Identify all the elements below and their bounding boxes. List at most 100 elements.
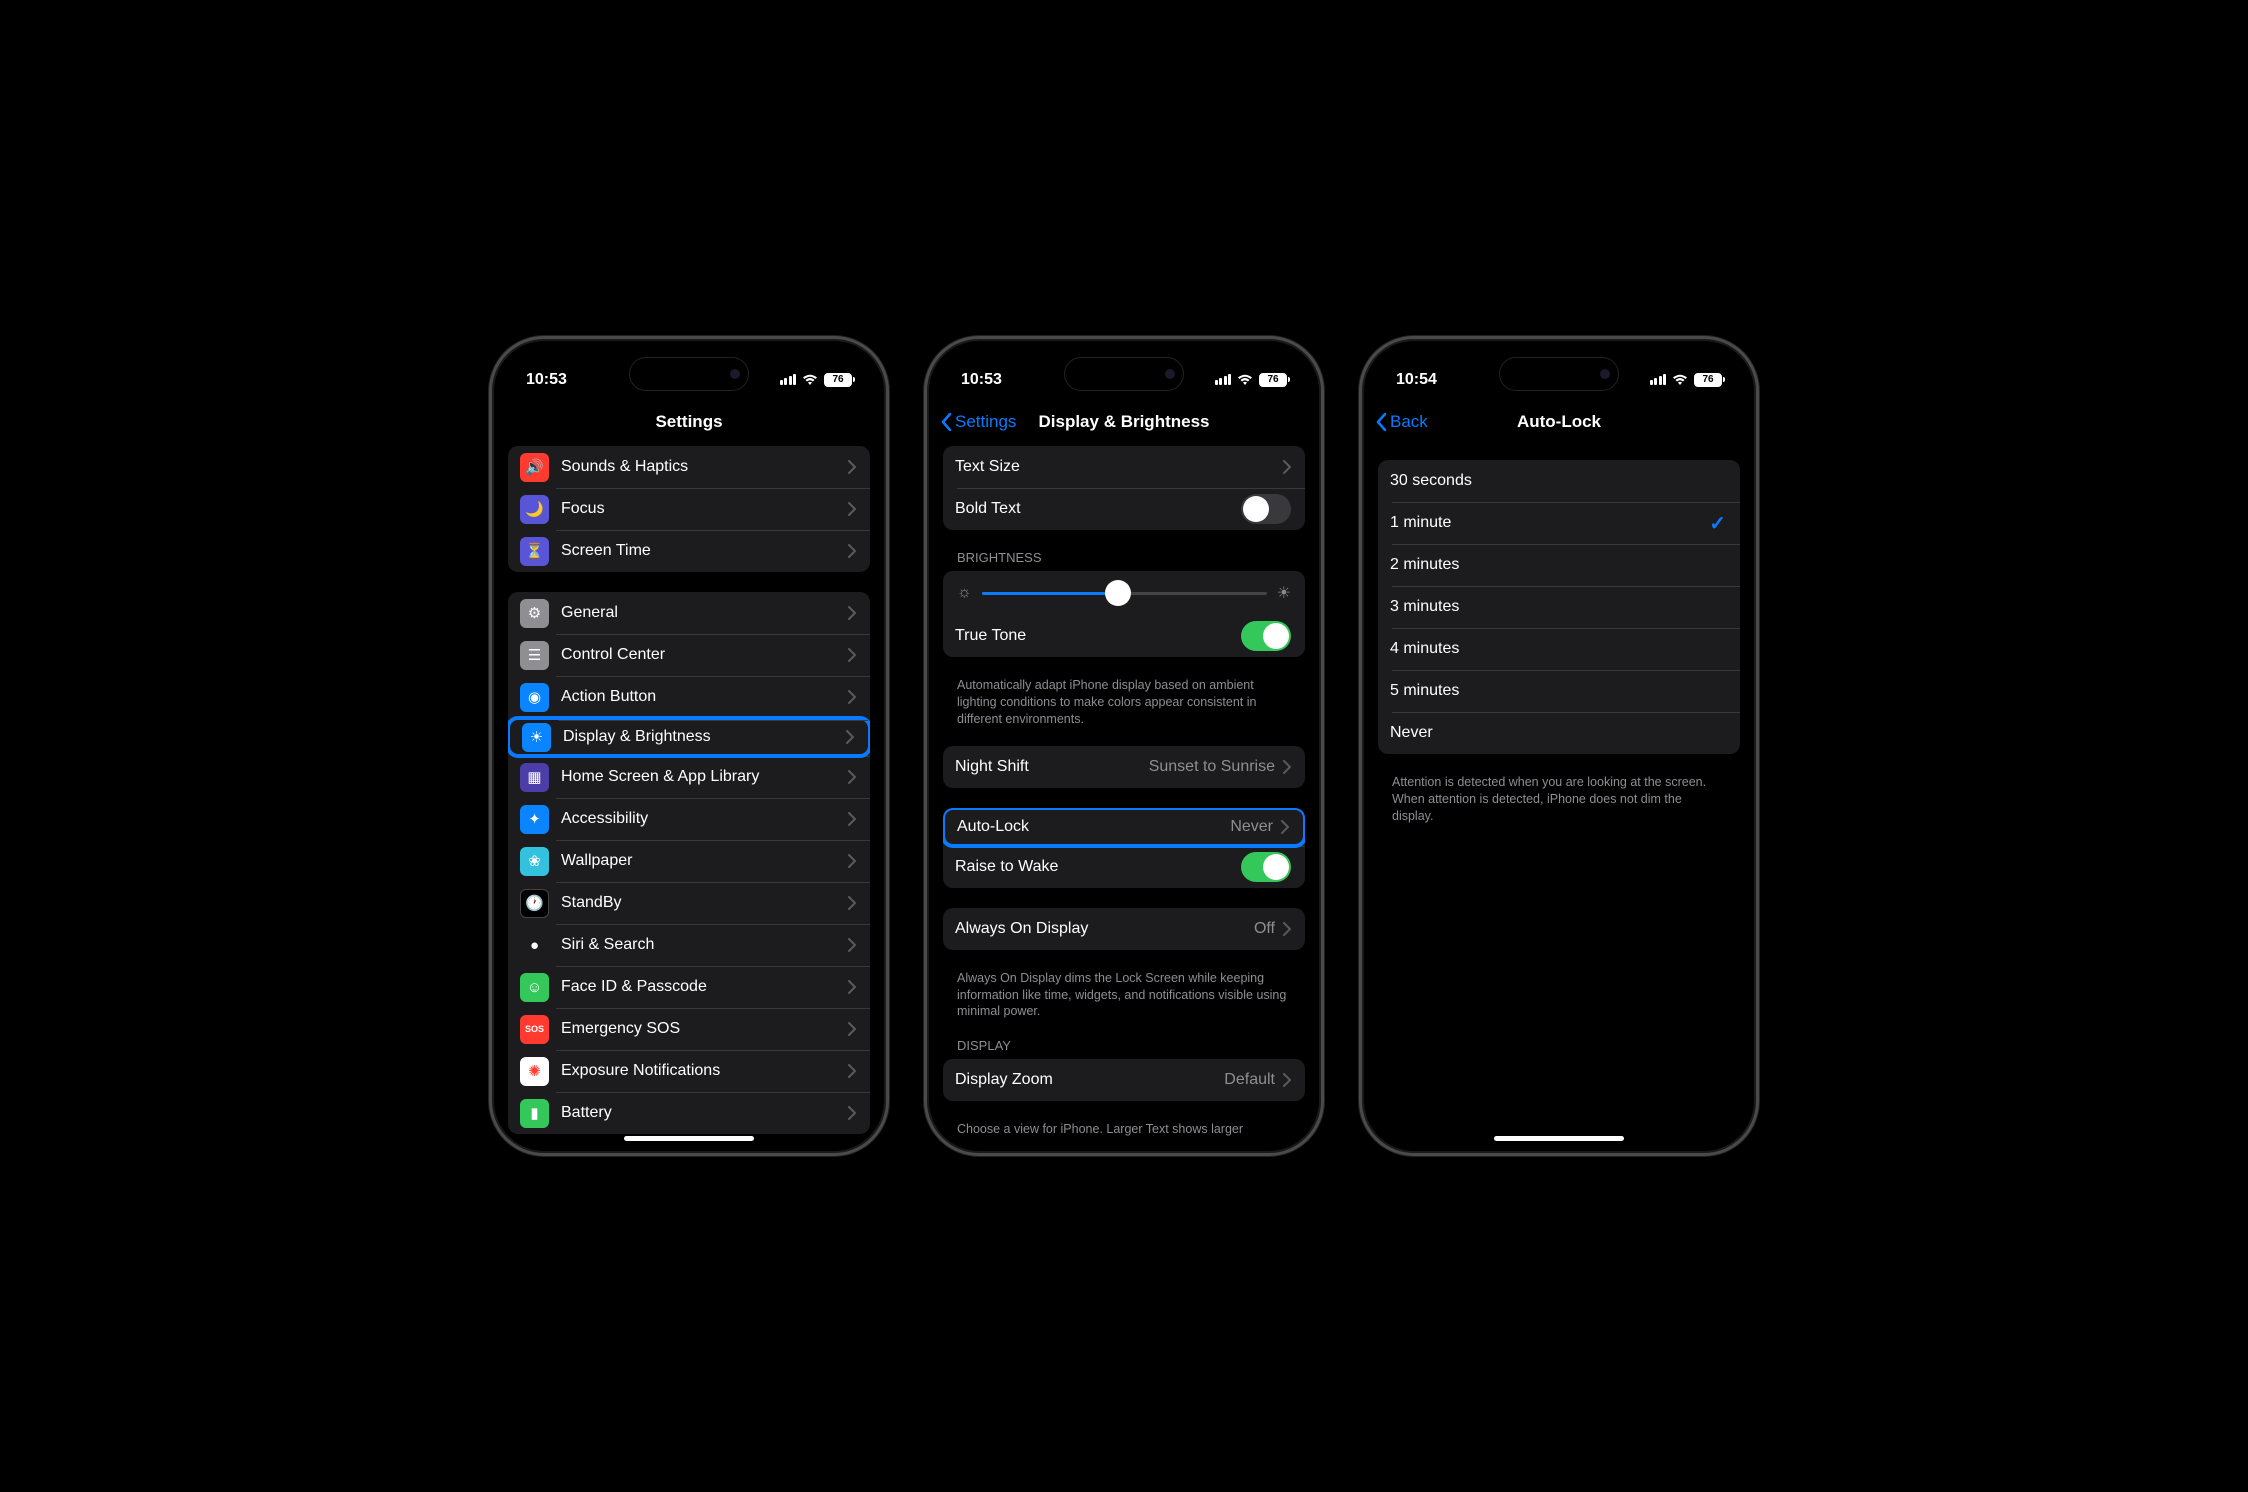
chevron-right-icon xyxy=(848,690,856,704)
page-title: Display & Brightness xyxy=(1039,412,1210,432)
battery-icon: 76 xyxy=(1259,373,1287,387)
bold-text-label: Bold Text xyxy=(955,500,1241,518)
display-zoom-row[interactable]: Display Zoom Default xyxy=(943,1059,1305,1101)
page-title: Settings xyxy=(655,412,722,432)
raise-to-wake-row[interactable]: Raise to Wake xyxy=(943,846,1305,888)
true-tone-label: True Tone xyxy=(955,627,1241,645)
chevron-right-icon xyxy=(848,1106,856,1120)
option-label: Never xyxy=(1390,724,1726,742)
phone-display-brightness: 10:53 76 Settings Display & Brightness T… xyxy=(924,336,1324,1156)
settings-group-1: 🔊Sounds & Haptics🌙Focus⏳Screen Time xyxy=(508,446,870,572)
phone-auto-lock: 10:54 76 Back Auto-Lock 30 seconds1 minu… xyxy=(1359,336,1759,1156)
settings-row-control-center[interactable]: ☰ Control Center xyxy=(508,634,870,676)
control-center-icon: ☰ xyxy=(520,641,549,670)
brightness-group: ☼ ☀ True Tone xyxy=(943,571,1305,657)
auto-lock-option[interactable]: 5 minutes xyxy=(1378,670,1740,712)
battery-icon: 76 xyxy=(824,373,852,387)
auto-lock-option[interactable]: Never xyxy=(1378,712,1740,754)
cellular-icon xyxy=(780,374,797,385)
auto-lock-option[interactable]: 3 minutes xyxy=(1378,586,1740,628)
row-label: Siri & Search xyxy=(561,936,848,954)
settings-row-siri-search[interactable]: ●Siri & Search xyxy=(508,924,870,966)
settings-row-exposure-notifications[interactable]: ✺Exposure Notifications xyxy=(508,1050,870,1092)
settings-row-sounds-haptics[interactable]: 🔊Sounds & Haptics xyxy=(508,446,870,488)
wallpaper-icon: ❀ xyxy=(520,847,549,876)
chevron-right-icon xyxy=(1283,922,1291,936)
text-size-label: Text Size xyxy=(955,458,1283,476)
always-on-row[interactable]: Always On Display Off xyxy=(943,908,1305,950)
battery-icon: ▮ xyxy=(520,1099,549,1128)
raise-to-wake-toggle[interactable] xyxy=(1241,852,1291,882)
back-button[interactable]: Back xyxy=(1376,412,1428,432)
settings-row-display-brightness[interactable]: ☀Display & Brightness xyxy=(508,716,870,758)
focus-icon: 🌙 xyxy=(520,495,549,524)
nav-bar: Settings xyxy=(496,398,882,446)
row-label: General xyxy=(561,604,848,622)
brightness-header: BRIGHTNESS xyxy=(957,550,1291,565)
lock-group: Auto-Lock Never Raise to Wake xyxy=(943,808,1305,888)
settings-row-accessibility[interactable]: ✦Accessibility xyxy=(508,798,870,840)
auto-lock-option[interactable]: 30 seconds xyxy=(1378,460,1740,502)
action-button-icon: ◉ xyxy=(520,683,549,712)
dynamic-island xyxy=(629,357,749,391)
wifi-icon xyxy=(1672,374,1688,386)
home-indicator[interactable] xyxy=(1494,1136,1624,1141)
row-label: Home Screen & App Library xyxy=(561,768,848,786)
bold-text-toggle[interactable] xyxy=(1241,494,1291,524)
accessibility-icon: ✦ xyxy=(520,805,549,834)
cellular-icon xyxy=(1215,374,1232,385)
dynamic-island xyxy=(1064,357,1184,391)
status-time: 10:53 xyxy=(961,371,1002,389)
auto-lock-options: 30 seconds1 minute✓2 minutes3 minutes4 m… xyxy=(1378,460,1740,754)
settings-row-general[interactable]: ⚙ General xyxy=(508,592,870,634)
display-header: DISPLAY xyxy=(957,1038,1291,1053)
row-label: Exposure Notifications xyxy=(561,1062,848,1080)
settings-row-wallpaper[interactable]: ❀Wallpaper xyxy=(508,840,870,882)
display-zoom-footer: Choose a view for iPhone. Larger Text sh… xyxy=(957,1121,1291,1138)
settings-row-screen-time[interactable]: ⏳Screen Time xyxy=(508,530,870,572)
brightness-slider-row[interactable]: ☼ ☀ xyxy=(943,571,1305,615)
home-indicator[interactable] xyxy=(624,1136,754,1141)
auto-lock-label: Auto-Lock xyxy=(957,818,1230,836)
auto-lock-value: Never xyxy=(1230,818,1273,836)
night-shift-group: Night Shift Sunset to Sunrise xyxy=(943,746,1305,788)
back-label: Back xyxy=(1390,412,1428,432)
display-zoom-group: Display Zoom Default xyxy=(943,1059,1305,1101)
settings-row-battery[interactable]: ▮Battery xyxy=(508,1092,870,1134)
row-label: Control Center xyxy=(561,646,848,664)
settings-row-standby[interactable]: 🕐StandBy xyxy=(508,882,870,924)
chevron-right-icon xyxy=(848,938,856,952)
row-label: Screen Time xyxy=(561,542,848,560)
back-button[interactable]: Settings xyxy=(941,412,1016,432)
settings-row-home-screen-app-library[interactable]: ▦Home Screen & App Library xyxy=(508,756,870,798)
row-label: StandBy xyxy=(561,894,848,912)
settings-row-emergency-sos[interactable]: SOSEmergency SOS xyxy=(508,1008,870,1050)
auto-lock-option[interactable]: 4 minutes xyxy=(1378,628,1740,670)
bold-text-row[interactable]: Bold Text xyxy=(943,488,1305,530)
night-shift-label: Night Shift xyxy=(955,758,1149,776)
settings-row-action-button[interactable]: ◉Action Button xyxy=(508,676,870,718)
chevron-right-icon xyxy=(848,606,856,620)
chevron-right-icon xyxy=(848,980,856,994)
row-label: Face ID & Passcode xyxy=(561,978,848,996)
settings-row-focus[interactable]: 🌙Focus xyxy=(508,488,870,530)
text-size-row[interactable]: Text Size xyxy=(943,446,1305,488)
auto-lock-row[interactable]: Auto-Lock Never xyxy=(943,808,1305,848)
chevron-right-icon xyxy=(848,648,856,662)
night-shift-row[interactable]: Night Shift Sunset to Sunrise xyxy=(943,746,1305,788)
auto-lock-option[interactable]: 1 minute✓ xyxy=(1378,502,1740,544)
row-label: Sounds & Haptics xyxy=(561,458,848,476)
wifi-icon xyxy=(1237,374,1253,386)
auto-lock-option[interactable]: 2 minutes xyxy=(1378,544,1740,586)
settings-row-face-id-passcode[interactable]: ☺ Face ID & Passcode xyxy=(508,966,870,1008)
row-label: Emergency SOS xyxy=(561,1020,848,1038)
general-icon: ⚙ xyxy=(520,599,549,628)
true-tone-toggle[interactable] xyxy=(1241,621,1291,651)
settings-group-2: ⚙ General ☰ Control Center ◉Action Button☀Di… xyxy=(508,592,870,1134)
option-label: 1 minute xyxy=(1390,514,1709,532)
brightness-slider[interactable] xyxy=(982,592,1267,595)
cellular-icon xyxy=(1650,374,1667,385)
option-label: 5 minutes xyxy=(1390,682,1726,700)
true-tone-row[interactable]: True Tone xyxy=(943,615,1305,657)
faceid-icon: ☺ xyxy=(520,973,549,1002)
